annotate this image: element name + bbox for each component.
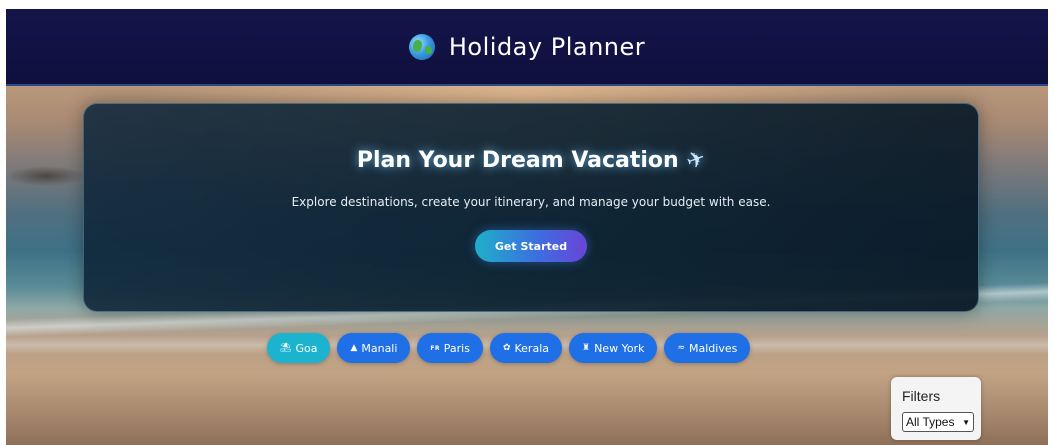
- globe-icon: [408, 33, 435, 60]
- chip-label: Paris: [443, 341, 470, 355]
- chip-label: Maldives: [689, 341, 738, 355]
- page: Holiday Planner Plan Your Dream Vacation…: [0, 0, 1054, 445]
- beach-umbrella-icon: ⛱: [280, 343, 292, 353]
- chevron-down-icon: ▼: [962, 417, 970, 427]
- flag-fr-icon: FR: [430, 344, 440, 352]
- statue-of-liberty-icon: ♜: [582, 343, 591, 353]
- hero-title-text: Plan Your Dream Vacation: [356, 148, 679, 173]
- app-frame: Holiday Planner Plan Your Dream Vacation…: [6, 9, 1048, 445]
- destination-chip-paris[interactable]: FR Paris: [417, 333, 483, 363]
- hero-card: Plan Your Dream Vacation ✈ Explore destin…: [83, 103, 979, 312]
- filters-panel: Filters All Types ▼: [891, 377, 981, 440]
- get-started-button[interactable]: Get Started: [475, 230, 587, 262]
- palm-leaf-icon: ✿: [502, 343, 511, 353]
- header-brand: Holiday Planner: [408, 32, 646, 61]
- hero-heading: Plan Your Dream Vacation ✈: [84, 145, 978, 176]
- destination-chip-new-york[interactable]: ♜ New York: [569, 333, 658, 363]
- destination-chips: ⛱ Goa ▲ Manali FR Paris ✿ Kerala ♜ New Y…: [267, 333, 751, 363]
- chip-label: Goa: [295, 341, 318, 355]
- destination-chip-manali[interactable]: ▲ Manali: [337, 333, 411, 363]
- site-header: Holiday Planner: [6, 9, 1048, 86]
- site-title: Holiday Planner: [448, 32, 646, 61]
- mountain-icon: ▲: [350, 343, 358, 353]
- type-filter-value: All Types: [906, 415, 955, 429]
- airplane-icon: ✈: [682, 145, 709, 176]
- chip-label: Kerala: [514, 341, 550, 355]
- wave-icon: ≈: [677, 343, 685, 353]
- chip-label: Manali: [361, 341, 398, 355]
- filters-title: Filters: [902, 388, 941, 404]
- hero-subtitle: Explore destinations, create your itiner…: [291, 195, 771, 209]
- destination-chip-maldives[interactable]: ≈ Maldives: [664, 333, 751, 363]
- chip-label: New York: [594, 341, 645, 355]
- type-filter-select[interactable]: All Types ▼: [902, 412, 974, 432]
- destination-chip-kerala[interactable]: ✿ Kerala: [489, 333, 562, 363]
- destination-chip-goa[interactable]: ⛱ Goa: [267, 333, 331, 363]
